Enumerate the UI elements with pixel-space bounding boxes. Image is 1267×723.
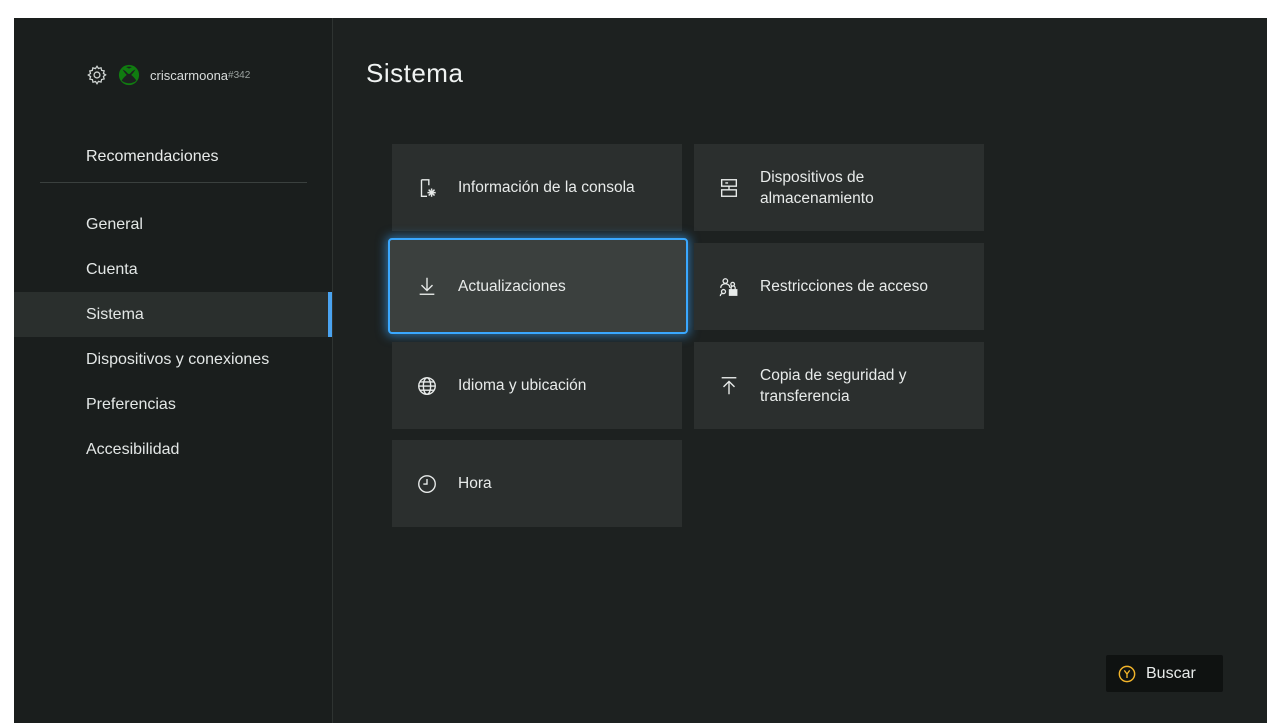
sidebar: criscarmoona #342 Recomendaciones General…: [14, 18, 332, 723]
gamertag: criscarmoona: [150, 67, 229, 83]
tile-label: Hora: [458, 475, 492, 492]
search-button[interactable]: Buscar: [1106, 655, 1223, 692]
page-title: Sistema: [366, 58, 464, 88]
tile-language-location[interactable]: Idioma y ubicación: [392, 342, 682, 429]
tile-label: Información de la consola: [458, 179, 635, 196]
tile-storage-devices[interactable]: Dispositivos de almacenamiento: [694, 144, 984, 231]
sidebar-nav: General Cuenta Sistema Dispositivos y co…: [14, 202, 332, 472]
sidebar-item-devices-connections[interactable]: Dispositivos y conexiones: [14, 337, 332, 382]
tile-access-restrictions[interactable]: Restricciones de acceso: [694, 243, 984, 330]
tile-label: Idioma y ubicación: [458, 377, 587, 394]
xbox-logo-icon: [118, 64, 140, 86]
sidebar-item-recommendations[interactable]: Recomendaciones: [86, 148, 219, 166]
tile-label: Dispositivos de almacenamiento: [760, 168, 874, 207]
sidebar-item-account[interactable]: Cuenta: [14, 247, 332, 292]
sidebar-border: [332, 18, 333, 723]
sidebar-item-system[interactable]: Sistema: [14, 292, 332, 337]
console-info-icon: [420, 178, 436, 197]
profile-header[interactable]: criscarmoona #342: [86, 62, 250, 88]
storage-icon: [720, 178, 738, 197]
tile-label: Copia de seguridad y transferencia: [760, 366, 907, 405]
globe-icon: [418, 376, 436, 395]
tile-label: Actualizaciones: [458, 277, 566, 295]
search-button-label: Buscar: [1146, 664, 1196, 682]
access-restrictions-icon: [719, 277, 738, 296]
settings-screen: criscarmoona #342 Recomendaciones General…: [14, 18, 1267, 723]
sidebar-item-general[interactable]: General: [14, 202, 332, 247]
gear-icon[interactable]: [86, 64, 108, 86]
upload-icon: [721, 376, 737, 394]
tile-time[interactable]: Hora: [392, 440, 682, 527]
sidebar-divider: [40, 182, 307, 183]
download-icon: [419, 277, 435, 295]
gamertag-suffix: #342: [228, 69, 251, 81]
sidebar-item-preferences[interactable]: Preferencias: [14, 382, 332, 427]
tile-console-info[interactable]: Información de la consola: [392, 144, 682, 231]
y-button-icon: [1118, 665, 1136, 682]
tile-label: Restricciones de acceso: [760, 278, 928, 295]
tile-updates[interactable]: Actualizaciones: [388, 238, 688, 334]
clock-icon: [418, 474, 436, 493]
tile-backup-transfer[interactable]: Copia de seguridad y transferencia: [694, 342, 984, 429]
sidebar-item-accessibility[interactable]: Accesibilidad: [14, 427, 332, 472]
